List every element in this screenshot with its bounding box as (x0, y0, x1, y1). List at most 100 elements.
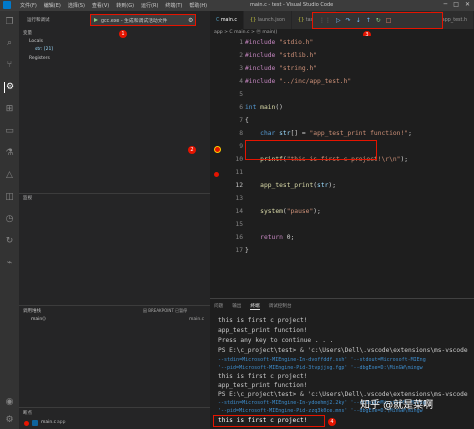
menu-go[interactable]: 转到(G) (116, 2, 134, 9)
timeline-icon[interactable]: ⌁ (4, 258, 15, 269)
code-editor[interactable]: 1 #include "stdio.h" 2 #include "stdlib.h"… (210, 36, 474, 298)
step-out-icon[interactable]: ↑ (366, 17, 371, 24)
watermark: 知乎 @就是菜啊 (360, 400, 434, 411)
git-graph-icon[interactable]: ◷ (4, 214, 15, 225)
settings-gear-icon[interactable]: ⚙ (188, 17, 193, 24)
extensions-icon[interactable]: ⊞ (4, 104, 15, 115)
code-line: 1 #include "stdio.h" (239, 39, 314, 46)
panel-tabs: 问题 输出 终端 调试控制台 (214, 303, 292, 310)
callstack-frame[interactable]: main() (31, 317, 46, 322)
vscode-logo-icon (3, 1, 11, 9)
callout-box-terminal (213, 415, 325, 427)
testing-icon[interactable]: ⚗ (4, 148, 15, 159)
breakpoint-file[interactable]: main.c (41, 420, 56, 425)
code-line: 16 return 0; (235, 234, 295, 241)
terminal-line: PS E:\c_project\test> & 'c:\Users\Dell\.… (218, 347, 468, 354)
breakpoint-dot-icon (24, 421, 29, 426)
terminal-line: Press any key to continue . . . (218, 337, 334, 344)
breakpoints-header[interactable]: 断点 (23, 410, 32, 416)
search-icon[interactable]: ⌕ (4, 38, 15, 49)
code-line: 5 (239, 91, 243, 98)
start-debug-icon[interactable] (94, 18, 98, 22)
menu-bar: 文件(F) 编辑(E) 选择(S) 查看(V) 转到(G) 运行(R) 终端(T… (0, 2, 207, 9)
docker-icon[interactable]: ◫ (4, 192, 15, 203)
live-share-icon[interactable]: ↻ (4, 236, 15, 247)
run-debug-icon[interactable]: ⚙ (4, 82, 15, 93)
cmake-icon[interactable]: △ (4, 170, 15, 181)
callout-badge-2: 2 (188, 146, 196, 154)
terminal-line: --stdin=Microsoft-MIEngine-In-dvoffddf.s… (218, 357, 426, 363)
activity-bar: ❐ ⌕ ⑂ ⚙ ⊞ ▭ ⚗ △ ◫ ◷ ↻ ⌁ ◉ ⚙ (0, 11, 19, 429)
menu-terminal[interactable]: 终端(T) (165, 2, 182, 9)
restart-icon[interactable]: ↻ (376, 17, 381, 24)
maximize-button[interactable]: □ (453, 1, 459, 8)
menu-selection[interactable]: 选择(S) (68, 2, 85, 9)
drag-handle-icon[interactable]: ⋮⋮ (319, 17, 331, 24)
window-title: main.c - test - Visual Studio Code (250, 2, 334, 8)
code-line: 11 (235, 169, 243, 176)
title-bar: 文件(F) 编辑(E) 选择(S) 查看(V) 转到(G) 运行(R) 终端(T… (0, 0, 474, 11)
debug-config-label: gcc.exe - 生成和调试活动文件 (101, 18, 168, 24)
tab-problems[interactable]: 问题 (214, 303, 223, 310)
section-divider (19, 193, 210, 194)
code-line: 2 #include "stdlib.h" (239, 52, 318, 59)
debug-toolbar: ⋮⋮ ▷ ↷ ↓ ↑ ↻ □ (312, 12, 443, 29)
checkbox[interactable] (32, 420, 38, 426)
callstack-file: main.c (189, 317, 205, 322)
continue-icon[interactable]: ▷ (336, 17, 341, 24)
menu-help[interactable]: 帮助(H) (189, 2, 207, 9)
tab-main-c[interactable]: C main.c (210, 11, 245, 29)
callout-box-current-line (245, 140, 377, 160)
menu-file[interactable]: 文件(F) (20, 2, 37, 9)
terminal-line: app_test_print function! (218, 327, 308, 334)
code-line: 14 system("pause"); (235, 208, 321, 215)
step-over-icon[interactable]: ↷ (346, 17, 351, 24)
tab-output[interactable]: 输出 (232, 303, 241, 310)
tab-launch-json[interactable]: {} launch.json (244, 11, 293, 29)
breakpoint-dot-icon[interactable] (214, 172, 219, 177)
registers-scope[interactable]: Registers (29, 56, 50, 61)
source-control-icon[interactable]: ⑂ (4, 60, 15, 71)
minimize-button[interactable]: ─ (444, 1, 448, 8)
debug-sidebar: 运行和调试 变量 Locals str: [21] Registers 监视 调… (19, 11, 210, 429)
stop-icon[interactable]: □ (386, 17, 392, 24)
code-line: 15 (235, 221, 243, 228)
code-line: 7{ (239, 117, 249, 124)
code-line-current: 12 app_test_print(str); (235, 182, 337, 189)
code-line: 6 int main() (239, 104, 283, 111)
watch-header[interactable]: 监视 (23, 195, 32, 201)
terminal-line: app_test_print function! (218, 382, 308, 389)
callstack-state: 因 BREAKPOINT 已暂停 (143, 308, 188, 313)
terminal-line: this is first c project! (218, 373, 308, 380)
section-divider (19, 407, 210, 408)
variables-header[interactable]: 变量 (23, 30, 32, 36)
code-line: 3 #include "string.h" (239, 65, 318, 72)
str-variable[interactable]: str: [21] (35, 47, 53, 52)
code-line: 17} (235, 247, 249, 254)
run-debug-title: 运行和调试 (27, 18, 50, 23)
manage-gear-icon[interactable]: ⚙ (4, 415, 15, 426)
code-line: 13 (235, 195, 243, 202)
section-divider (19, 305, 210, 306)
code-line: 4 #include "../inc/app_test.h" (239, 78, 352, 85)
callout-badge-4: 4 (328, 418, 336, 426)
tab-debug-console[interactable]: 调试控制台 (269, 303, 292, 310)
step-into-icon[interactable]: ↓ (356, 17, 361, 24)
code-line: 8 char str[] = "app_test_print function!… (239, 130, 412, 137)
callstack-header[interactable]: 调用堆栈 (23, 308, 41, 314)
locals-scope[interactable]: Locals (29, 39, 43, 44)
debug-config-select[interactable]: gcc.exe - 生成和调试活动文件 (90, 14, 196, 26)
breakpoint-dir: app (57, 420, 66, 425)
tab-terminal[interactable]: 终端 (250, 303, 260, 310)
menu-view[interactable]: 查看(V) (92, 2, 109, 9)
window-controls: ─ □ ✕ (444, 1, 470, 8)
callout-badge-1: 1 (119, 30, 127, 38)
explorer-icon[interactable]: ❐ (4, 17, 15, 28)
close-button[interactable]: ✕ (465, 1, 470, 8)
terminal-line: '--pid=Microsoft-MIEngine-Pid-3tvpjjsg.f… (218, 365, 423, 371)
paused-breakpoint-icon[interactable] (214, 146, 221, 153)
menu-run[interactable]: 运行(R) (141, 2, 158, 9)
menu-edit[interactable]: 编辑(E) (44, 2, 61, 9)
account-icon[interactable]: ◉ (4, 397, 15, 408)
remote-explorer-icon[interactable]: ▭ (4, 126, 15, 137)
